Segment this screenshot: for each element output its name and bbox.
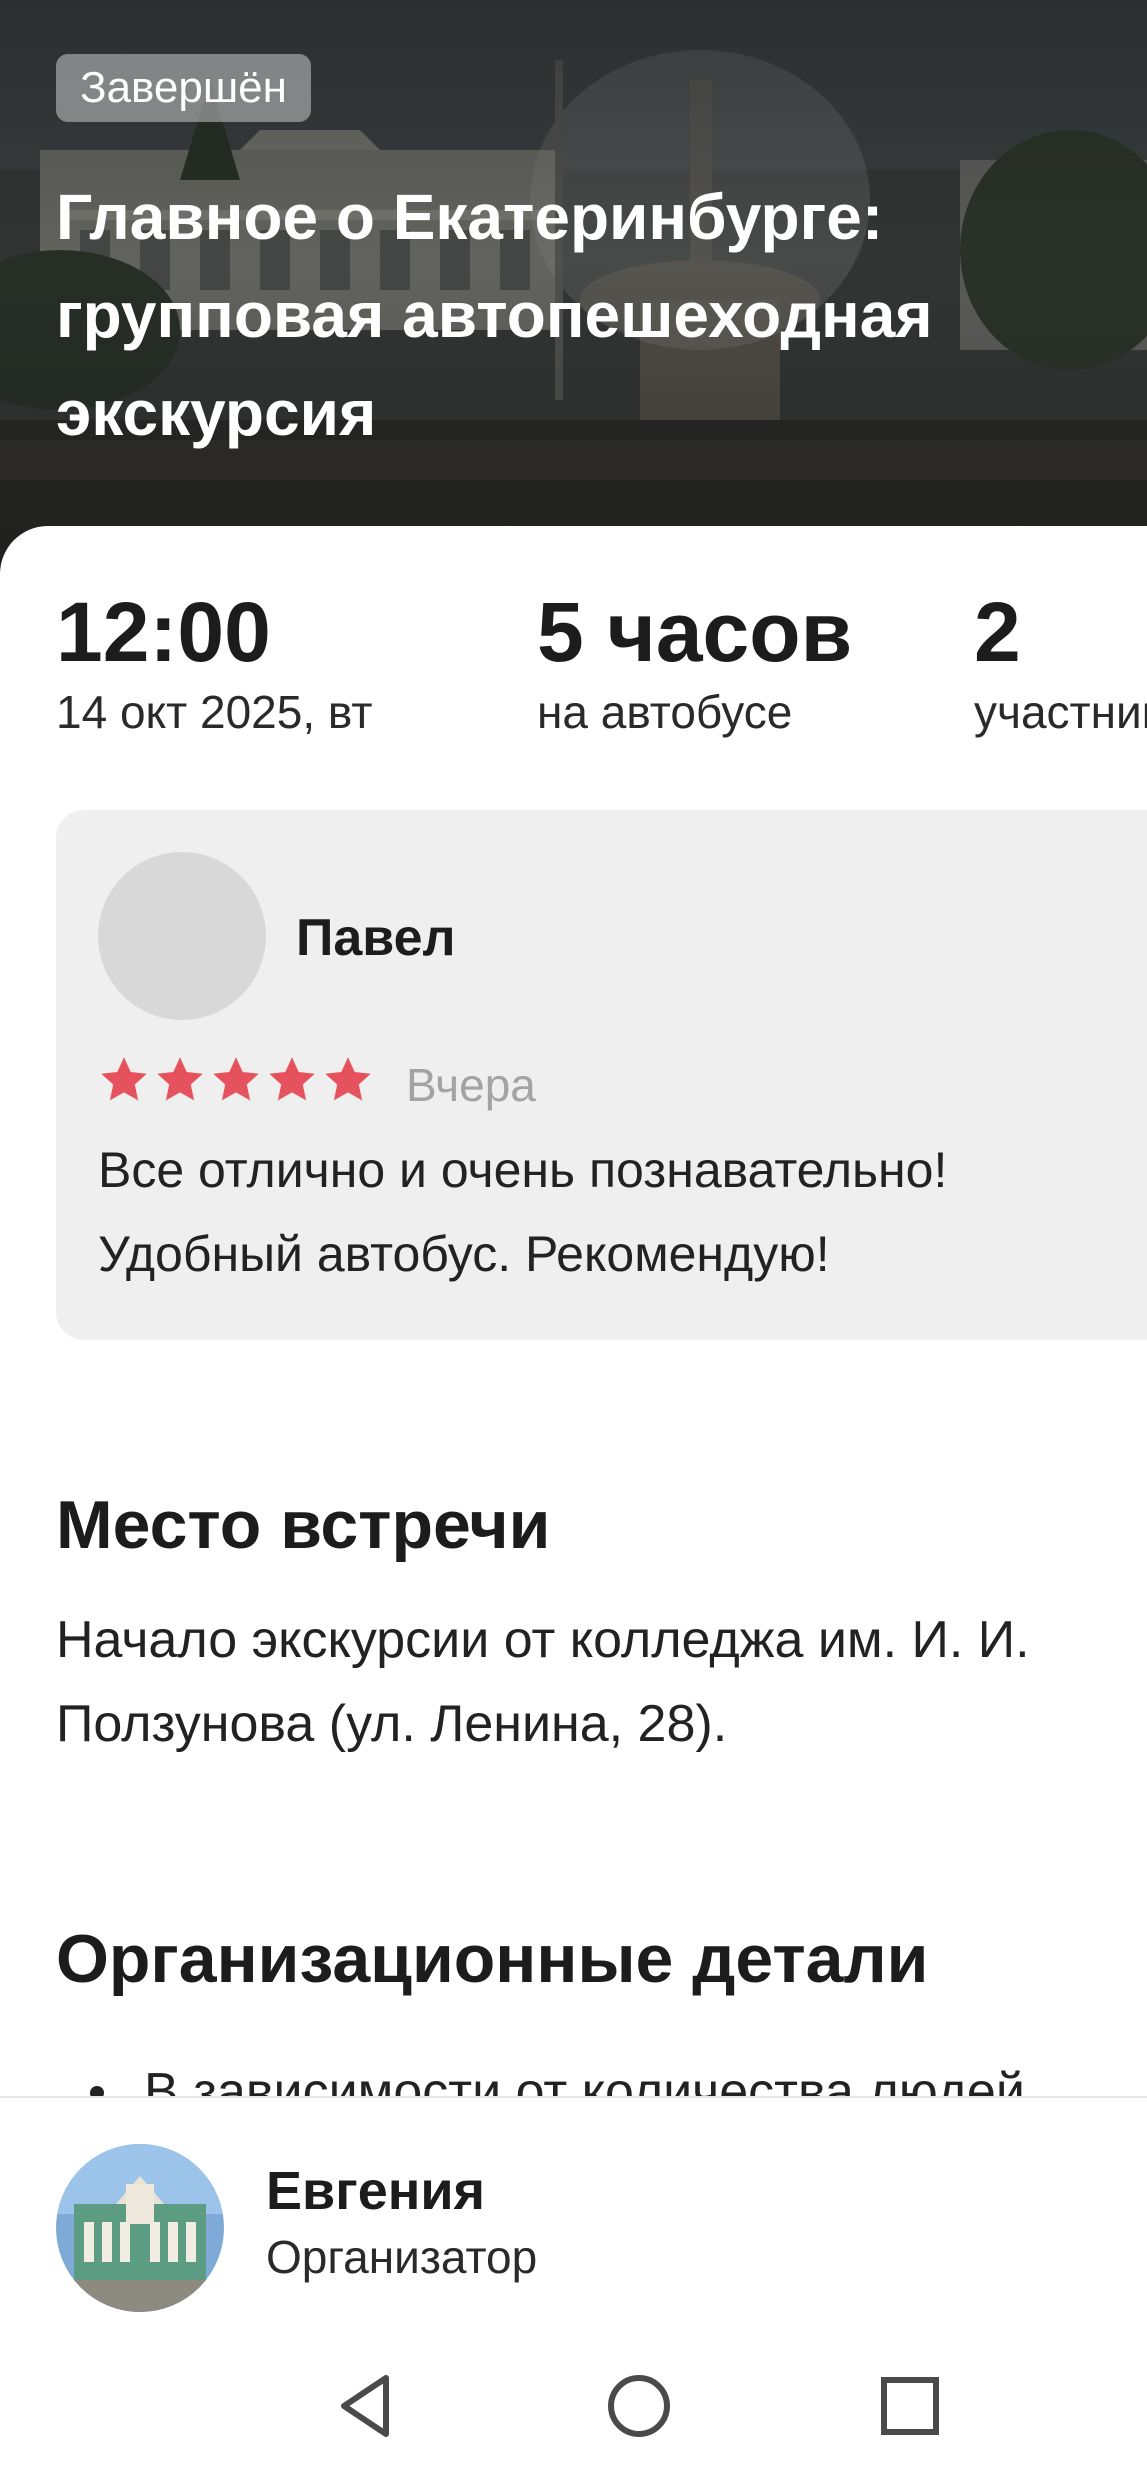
star-icon xyxy=(213,1057,259,1101)
home-icon[interactable] xyxy=(599,2366,679,2446)
content-sheet: 12:00 14 окт 2025, вт 5 часов на автобус… xyxy=(0,526,1147,2126)
hero-banner: Завершён Главное о Екатеринбурге: группо… xyxy=(0,0,1147,580)
stat-participants-label: участника xyxy=(974,686,1147,738)
status-badge: Завершён xyxy=(56,54,311,122)
stat-participants-value: 2 xyxy=(974,585,1021,679)
star-icon xyxy=(157,1057,203,1101)
meeting-section-title: Место встречи xyxy=(56,1487,551,1563)
recents-icon[interactable] xyxy=(870,2366,950,2446)
organizer-name: Евгения xyxy=(266,2161,486,2221)
organizer-bar[interactable]: Евгения Организатор xyxy=(0,2096,1147,2328)
stat-duration: 5 часов на автобусе xyxy=(537,582,852,742)
page-title: Главное о Екатеринбурге: групповая автоп… xyxy=(56,181,933,449)
review-card[interactable]: Павел Вчера Все отлично и очень познават… xyxy=(56,810,1147,1340)
stat-duration-label: на автобусе xyxy=(537,686,793,738)
system-navigation-bar xyxy=(0,2326,1147,2488)
meeting-text-line-2: Ползунова (ул. Ленина, 28). xyxy=(56,1695,728,1753)
star-icon xyxy=(101,1057,147,1101)
avatar xyxy=(56,2144,224,2312)
screen: Завершён Главное о Екатеринбурге: группо… xyxy=(0,0,1147,2488)
avatar xyxy=(98,852,266,1020)
review-author: Павел xyxy=(296,909,456,967)
stat-duration-value: 5 часов xyxy=(537,585,853,679)
details-section-title: Организационные детали xyxy=(56,1921,929,1997)
meeting-text-line-1: Начало экскурсии от колледжа им. И. И. xyxy=(56,1611,1030,1669)
stat-time-label: 14 окт 2025, вт xyxy=(56,686,373,738)
stat-time: 12:00 14 окт 2025, вт xyxy=(56,582,372,742)
star-icon xyxy=(325,1057,371,1101)
stat-time-value: 12:00 xyxy=(56,585,271,679)
star-icon xyxy=(269,1057,315,1101)
rating-stars xyxy=(98,1054,374,1106)
back-icon[interactable] xyxy=(326,2366,406,2446)
stat-participants: 2 участника xyxy=(974,582,1147,742)
organizer-role: Организатор xyxy=(266,2231,538,2283)
review-text: Все отлично и очень познавательно! Удобн… xyxy=(98,1142,948,1282)
organizer-photo xyxy=(56,2144,224,2312)
review-date: Вчера xyxy=(406,1059,536,1111)
